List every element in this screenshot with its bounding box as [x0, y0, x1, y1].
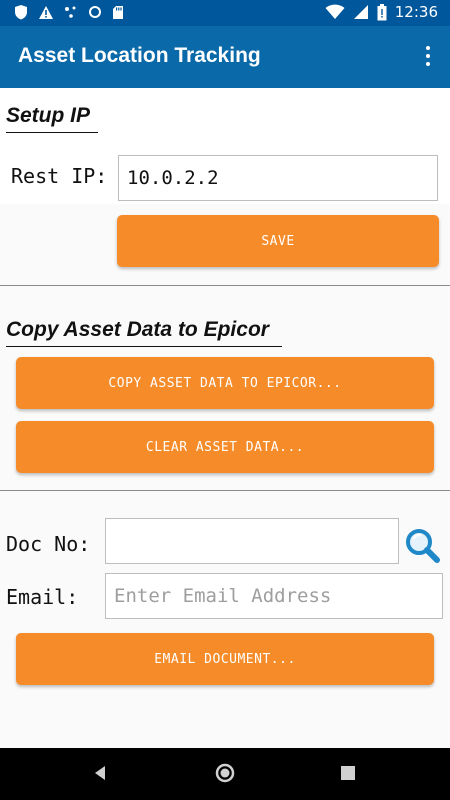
battery-icon [377, 3, 387, 20]
clear-asset-data-button[interactable]: CLEAR ASSET DATA... [16, 421, 434, 473]
sd-card-icon [113, 5, 123, 19]
divider [0, 285, 450, 286]
warning-icon [39, 5, 53, 19]
shield-icon [15, 5, 27, 20]
email-document-button[interactable]: EMAIL DOCUMENT... [16, 633, 434, 685]
copy-asset-data-button[interactable]: COPY ASSET DATA TO EPICOR... [16, 357, 434, 409]
status-bar: 12:36 [0, 0, 450, 26]
doc-no-input[interactable] [105, 518, 399, 564]
signal-icon [353, 5, 368, 19]
status-clock: 12:36 [394, 3, 438, 21]
app-bar: Asset Location Tracking [0, 26, 450, 88]
copy-heading: Copy Asset Data to Epicor [6, 318, 282, 347]
doc-no-label: Doc No: [6, 532, 91, 556]
app-title: Asset Location Tracking [18, 44, 261, 67]
nav-recents-icon[interactable] [341, 766, 355, 780]
email-label: Email: [6, 585, 79, 609]
circle-icon [89, 6, 101, 18]
divider [0, 490, 450, 491]
rest-ip-label: Rest IP: [11, 164, 108, 188]
dots-icon [65, 6, 76, 18]
nav-home-icon[interactable] [215, 763, 235, 783]
navigation-bar [0, 748, 450, 800]
save-button[interactable]: SAVE [117, 215, 439, 267]
rest-ip-input[interactable] [118, 155, 438, 201]
overflow-menu-icon[interactable] [424, 46, 432, 68]
nav-back-icon[interactable] [92, 764, 108, 782]
setup-heading: Setup IP [6, 104, 98, 133]
email-input[interactable] [105, 573, 443, 619]
search-icon[interactable] [404, 527, 440, 563]
wifi-icon [325, 4, 345, 19]
